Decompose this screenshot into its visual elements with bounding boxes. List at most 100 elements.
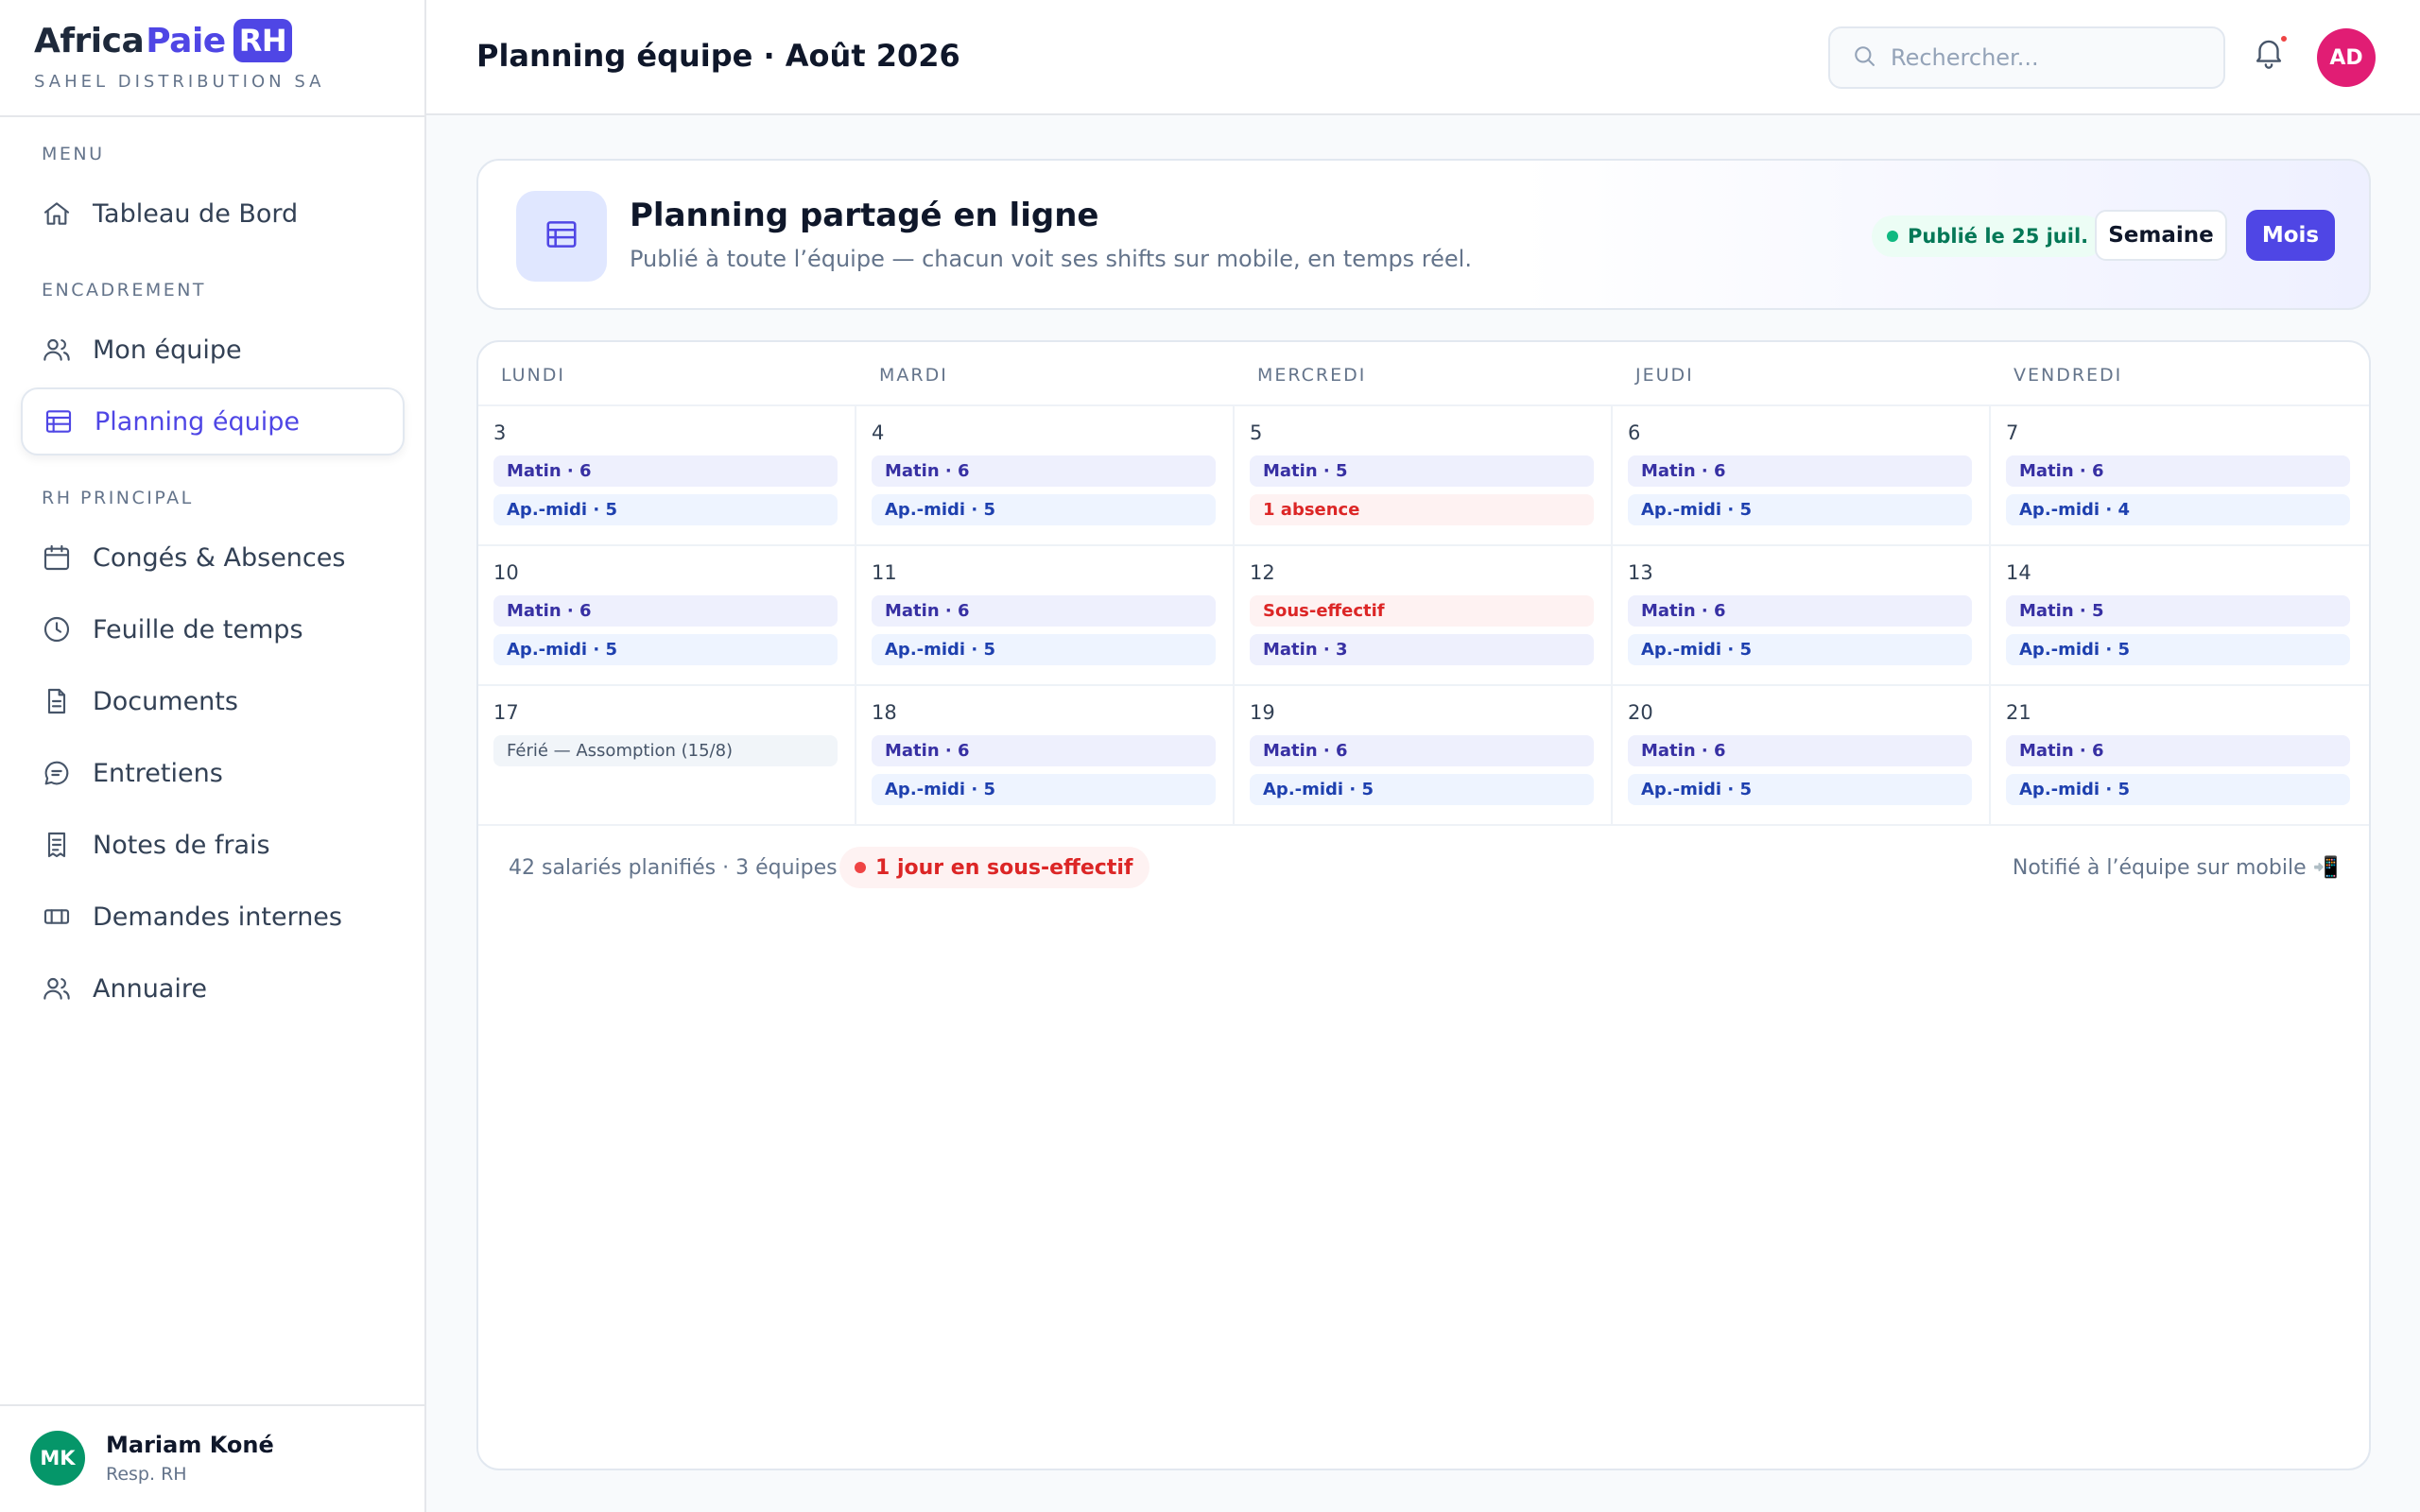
shift-chip[interactable]: Matin · 6 [493, 455, 838, 487]
user-card[interactable]: MK Mariam Koné Resp. RH [30, 1431, 274, 1486]
user-role: Resp. RH [106, 1464, 187, 1485]
calendar-day-cell[interactable]: 3 Matin · 6 Ap.-midi · 5 [478, 406, 856, 546]
table-icon [544, 216, 579, 256]
user-avatar[interactable]: AD [2317, 28, 2376, 87]
month-view-button[interactable]: Mois [2246, 210, 2335, 261]
brand-paie: Paie [146, 21, 226, 60]
calendar-day-cell[interactable]: 7 Matin · 6 Ap.-midi · 4 [1991, 406, 2369, 546]
shift-chip[interactable]: Matin · 6 [2006, 455, 2350, 487]
sidebar-item-label: Planning équipe [95, 406, 301, 437]
calendar-day-cell[interactable]: 6 Matin · 6 Ap.-midi · 5 [1613, 406, 1991, 546]
planning-banner: Planning partagé en ligne Publié à toute… [476, 159, 2371, 310]
shift-chip[interactable]: Matin · 3 [1250, 634, 1594, 665]
shift-chip[interactable]: Matin · 6 [493, 595, 838, 627]
day-number: 13 [1628, 561, 1653, 584]
day-number: 20 [1628, 701, 1653, 724]
search-input[interactable] [1891, 44, 2212, 71]
shift-chip[interactable]: Ap.-midi · 5 [872, 634, 1216, 665]
day-name: LUNDI [501, 365, 565, 386]
week-view-button[interactable]: Semaine [2095, 210, 2227, 261]
sidebar-item-conges-absences[interactable]: Congés & Absences [21, 524, 405, 592]
day-number: 7 [2006, 421, 2019, 444]
shift-chip[interactable]: Ap.-midi · 5 [1628, 774, 1972, 805]
calendar-day-cell[interactable]: 13 Matin · 6 Ap.-midi · 5 [1613, 546, 1991, 686]
shift-chip[interactable]: Matin · 5 [2006, 595, 2350, 627]
calendar-day-cell[interactable]: 11 Matin · 6 Ap.-midi · 5 [856, 546, 1235, 686]
calendar-day-cell[interactable]: 10 Matin · 6 Ap.-midi · 5 [478, 546, 856, 686]
sidebar-item-documents[interactable]: Documents [21, 667, 405, 735]
sidebar-item-planning-equipe[interactable]: Planning équipe [21, 387, 405, 455]
planning-stats: 42 salariés planifiés · 3 équipes [509, 856, 838, 880]
shift-chip[interactable]: Matin · 5 [1250, 455, 1594, 487]
banner-title: Planning partagé en ligne [630, 197, 1099, 234]
day-number: 6 [1628, 421, 1641, 444]
shift-chip[interactable]: Matin · 6 [2006, 735, 2350, 766]
calendar-day-cell[interactable]: 20 Matin · 6 Ap.-midi · 5 [1613, 686, 1991, 826]
calendar-day-cell[interactable]: 14 Matin · 5 Ap.-midi · 5 [1991, 546, 2369, 686]
day-name: JEUDI [1635, 365, 1694, 386]
status-dot [1887, 231, 1898, 242]
sidebar-item-label: Congés & Absences [93, 542, 346, 573]
shift-chip[interactable]: Matin · 6 [1628, 735, 1972, 766]
day-number: 14 [2006, 561, 2031, 584]
brand-rh-badge: RH [233, 19, 293, 62]
calendar-day-cell[interactable]: 21 Matin · 6 Ap.-midi · 5 [1991, 686, 2369, 826]
shift-chip[interactable]: Ap.-midi · 5 [493, 634, 838, 665]
alert-chip[interactable]: 1 absence [1250, 494, 1594, 525]
shift-chip[interactable]: Ap.-midi · 5 [872, 774, 1216, 805]
shift-chip[interactable]: Matin · 6 [1250, 735, 1594, 766]
shift-chip[interactable]: Matin · 6 [872, 735, 1216, 766]
sidebar-item-label: Mon équipe [93, 335, 242, 365]
shift-chip[interactable]: Matin · 6 [872, 455, 1216, 487]
sidebar-item-mon-equipe[interactable]: Mon équipe [21, 316, 405, 384]
calendar-day-cell[interactable]: 17 Férié — Assomption (15/8) [478, 686, 856, 826]
search-box[interactable] [1828, 26, 2225, 89]
shift-chip[interactable]: Matin · 6 [1628, 455, 1972, 487]
shift-chip[interactable]: Ap.-midi · 5 [872, 494, 1216, 525]
divider [0, 1404, 426, 1406]
sidebar-item-entretiens[interactable]: Entretiens [21, 739, 405, 807]
understaffed-label: 1 jour en sous-effectif [875, 855, 1133, 880]
day-number: 19 [1250, 701, 1275, 724]
shift-chip[interactable]: Ap.-midi · 5 [2006, 634, 2350, 665]
header: Planning équipe · Août 2026 AD [426, 0, 2420, 115]
shift-chip[interactable]: Ap.-midi · 5 [1628, 494, 1972, 525]
brand[interactable]: Africa Paie RH SAHEL DISTRIBUTION SA [34, 19, 324, 92]
status-badge: Publié le 25 juil. [1872, 215, 2106, 257]
sidebar-item-label: Tableau de Bord [93, 198, 299, 229]
shift-chip[interactable]: Matin · 6 [872, 595, 1216, 627]
alert-chip[interactable]: Sous-effectif [1250, 595, 1594, 627]
shift-chip[interactable]: Ap.-midi · 5 [1250, 774, 1594, 805]
status-label: Publié le 25 juil. [1908, 225, 2089, 248]
calendar-day-cell[interactable]: 18 Matin · 6 Ap.-midi · 5 [856, 686, 1235, 826]
day-name: MERCREDI [1257, 365, 1367, 386]
shift-chip[interactable]: Ap.-midi · 5 [1628, 634, 1972, 665]
holiday-chip[interactable]: Férié — Assomption (15/8) [493, 735, 838, 766]
calendar-day-cell[interactable]: 12 Sous-effectif Matin · 3 [1235, 546, 1613, 686]
day-number: 3 [493, 421, 507, 444]
divider [0, 115, 426, 117]
calendar-day-cell[interactable]: 4 Matin · 6 Ap.-midi · 5 [856, 406, 1235, 546]
day-number: 5 [1250, 421, 1263, 444]
sidebar-item-notes-de-frais[interactable]: Notes de frais [21, 811, 405, 879]
shift-chip[interactable]: Ap.-midi · 5 [2006, 774, 2350, 805]
day-number: 17 [493, 701, 519, 724]
brand-logo: Africa Paie RH [34, 19, 324, 62]
calendar-day-cell[interactable]: 19 Matin · 6 Ap.-midi · 5 [1235, 686, 1613, 826]
notifications-button[interactable] [2251, 34, 2290, 74]
notification-dot [2279, 34, 2289, 43]
sidebar-item-label: Notes de frais [93, 830, 270, 860]
section-label-menu: MENU [42, 144, 105, 164]
shift-chip[interactable]: Matin · 6 [1628, 595, 1972, 627]
sidebar-item-label: Feuille de temps [93, 614, 303, 644]
sidebar-item-annuaire[interactable]: Annuaire [21, 954, 405, 1022]
sidebar-item-demandes-internes[interactable]: Demandes internes [21, 883, 405, 951]
sidebar-item-tableau-de-bord[interactable]: Tableau de Bord [21, 180, 405, 248]
shift-chip[interactable]: Ap.-midi · 4 [2006, 494, 2350, 525]
calendar-day-cell[interactable]: 5 Matin · 5 1 absence [1235, 406, 1613, 546]
users-icon [42, 973, 72, 1004]
sidebar-item-feuille-de-temps[interactable]: Feuille de temps [21, 595, 405, 663]
day-number: 21 [2006, 701, 2031, 724]
users-icon [42, 335, 72, 365]
shift-chip[interactable]: Ap.-midi · 5 [493, 494, 838, 525]
